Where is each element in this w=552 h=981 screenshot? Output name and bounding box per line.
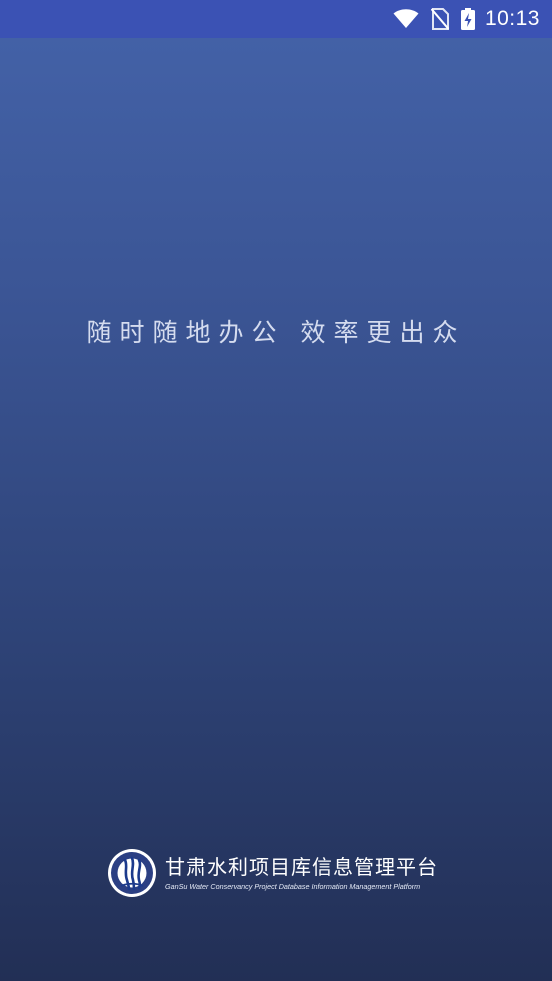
brand-title: 甘肃水利项目库信息管理平台 <box>165 855 438 879</box>
splash-slogan: 随时随地办公 效率更出众 <box>86 318 466 347</box>
battery-charging-icon <box>460 8 475 30</box>
status-icons <box>393 8 475 30</box>
brand-text: 甘肃水利项目库信息管理平台 GanSu Water Conservancy Pr… <box>165 854 438 892</box>
brand-block: 甘肃水利项目库信息管理平台 GanSu Water Conservancy Pr… <box>107 848 438 898</box>
status-bar: 10:13 <box>0 0 552 38</box>
wifi-icon <box>393 9 419 29</box>
gansu-water-logo-icon <box>107 848 157 898</box>
brand-subtitle: GanSu Water Conservancy Project Database… <box>165 882 421 891</box>
no-sim-icon <box>430 8 449 30</box>
splash-screen: 10:13 随时随地办公 效率更出众 甘肃水利项目库信息管理平台 GanSu W… <box>0 0 552 981</box>
status-time: 10:13 <box>484 7 540 30</box>
